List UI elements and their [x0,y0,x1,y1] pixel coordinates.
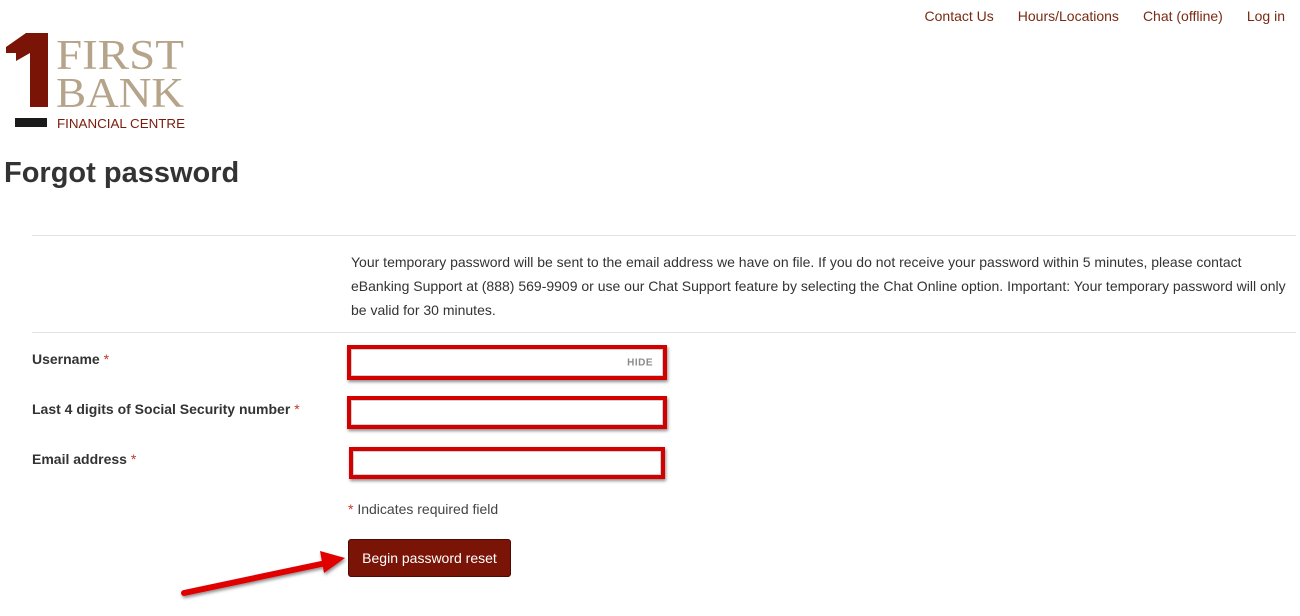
hide-button[interactable]: HIDE [627,357,653,368]
contact-us-link[interactable]: Contact Us [925,7,994,25]
username-label-text: Username [32,351,100,367]
username-input[interactable] [351,349,663,376]
required-note-text: Indicates required field [357,501,499,517]
logo-bar [15,118,47,127]
required-asterisk: * [103,351,110,367]
password-notice: Your temporary password will be sent to … [351,254,1286,318]
username-field-highlight: HIDE [347,345,667,380]
ssn-field-highlight [347,396,667,429]
logo-subtitle-text: FINANCIAL CENTRE [57,116,185,131]
top-nav: Contact Us Hours/Locations Chat (offline… [925,7,1285,25]
email-field-highlight [349,447,665,479]
ssn-label: Last 4 digits of Social Security number … [32,401,300,417]
divider-bottom [32,332,1296,333]
logo-numeral-one [6,33,48,107]
required-asterisk: * [294,401,300,417]
email-label-text: Email address [32,451,127,467]
required-asterisk: * [348,501,354,517]
page-title: Forgot password [4,157,240,189]
chat-link[interactable]: Chat (offline) [1143,7,1223,25]
ssn-input[interactable] [351,400,663,425]
required-field-note: * Indicates required field [348,501,498,517]
email-input[interactable] [353,451,661,475]
hours-locations-link[interactable]: Hours/Locations [1018,7,1119,25]
email-label: Email address * [32,451,136,467]
required-asterisk: * [130,451,137,467]
divider-top [32,235,1296,236]
login-link[interactable]: Log in [1247,7,1285,25]
begin-password-reset-button[interactable]: Begin password reset [348,539,511,577]
logo-bank-text: BANK [56,71,184,117]
username-label: Username * [32,351,109,367]
bank-logo[interactable]: FIRST BANK FINANCIAL CENTRE [4,33,189,131]
ssn-label-text: Last 4 digits of Social Security number [32,401,291,417]
